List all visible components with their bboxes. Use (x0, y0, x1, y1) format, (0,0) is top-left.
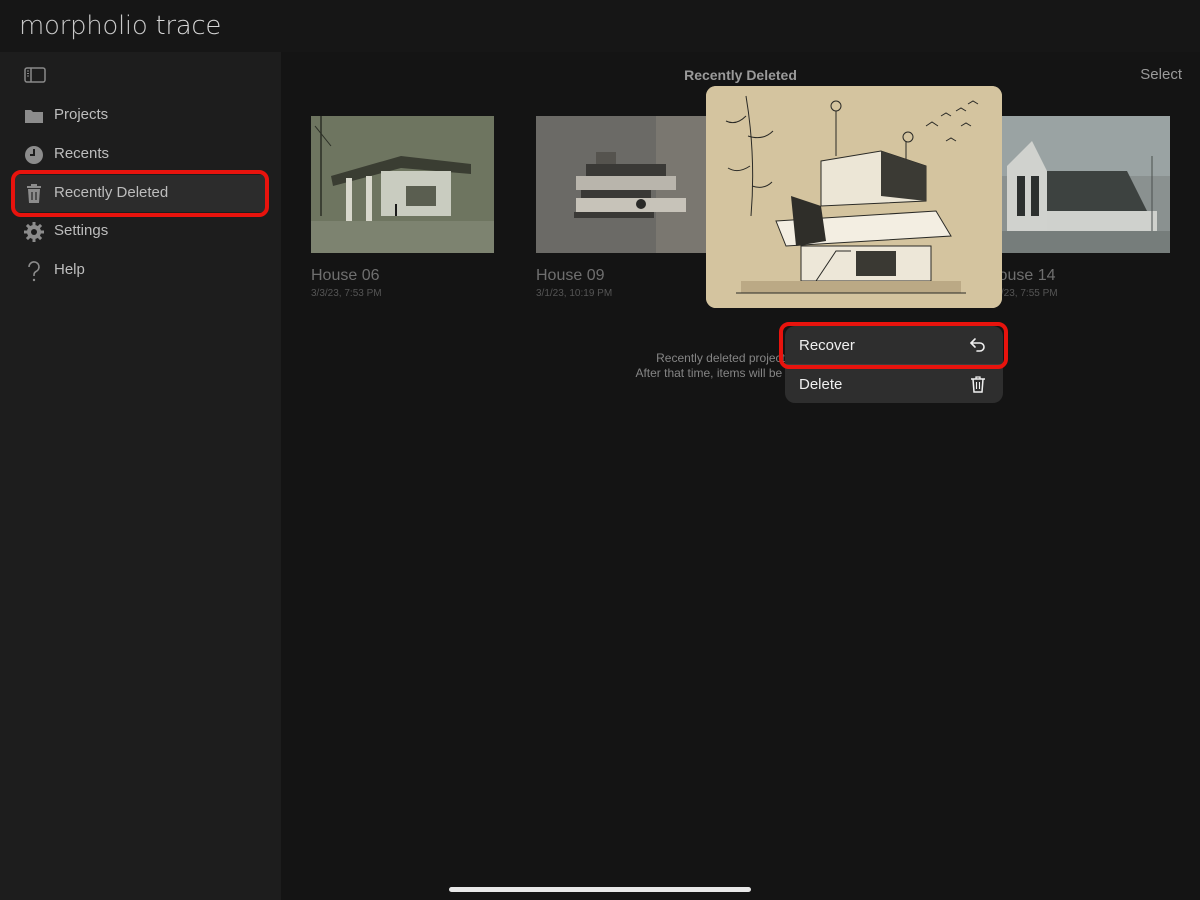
project-date: 3/1/23, 10:19 PM (536, 288, 613, 299)
page-title: Recently Deleted (684, 67, 797, 83)
sidebar-item-label: Settings (54, 222, 109, 239)
project-card[interactable]: House 06 3/3/23, 7:53 PM (311, 116, 494, 299)
trash-icon (971, 376, 985, 393)
project-date: 3/3/23, 7:53 PM (311, 288, 382, 299)
project-thumbnail[interactable] (536, 116, 719, 253)
app-title: morpholio trace (19, 11, 221, 41)
highlight-recently-deleted (11, 170, 269, 217)
gear-icon (24, 222, 44, 242)
sidebar-item-label: Recents (54, 145, 110, 162)
project-card[interactable]: House 14 3/?/23, 7:55 PM (987, 116, 1170, 299)
sidebar-item-projects[interactable]: Projects (13, 97, 267, 134)
project-thumbnail[interactable] (987, 116, 1170, 253)
highlight-recover (779, 322, 1008, 369)
sidebar-toggle-icon[interactable] (24, 67, 46, 83)
project-card[interactable]: House 09 3/1/23, 10:19 PM (536, 116, 719, 299)
sidebar-item-label: Help (54, 261, 85, 278)
sidebar-item-label: Projects (54, 106, 109, 123)
delete-label: Delete (799, 376, 843, 393)
sidebar-item-recents[interactable]: Recents (13, 136, 267, 173)
project-preview (706, 86, 1002, 308)
app-title-light: morpholio (19, 11, 148, 41)
question-icon (28, 261, 40, 282)
home-indicator[interactable] (449, 887, 751, 892)
project-title: House 14 (987, 267, 1056, 284)
sidebar-item-help[interactable]: Help (13, 252, 267, 289)
title-bar: morpholio trace (0, 0, 1200, 52)
clock-icon (25, 146, 43, 164)
project-date: 3/?/23, 7:55 PM (987, 288, 1058, 299)
app-title-bold: trace (155, 11, 222, 41)
select-button[interactable]: Select (1140, 66, 1182, 83)
sidebar-item-settings[interactable]: Settings (13, 213, 267, 250)
project-title: House 06 (311, 267, 380, 284)
project-title: House 09 (536, 267, 605, 284)
folder-icon (25, 110, 43, 123)
project-thumbnail[interactable] (311, 116, 494, 253)
delete-menu-item[interactable]: Delete (785, 365, 1003, 403)
